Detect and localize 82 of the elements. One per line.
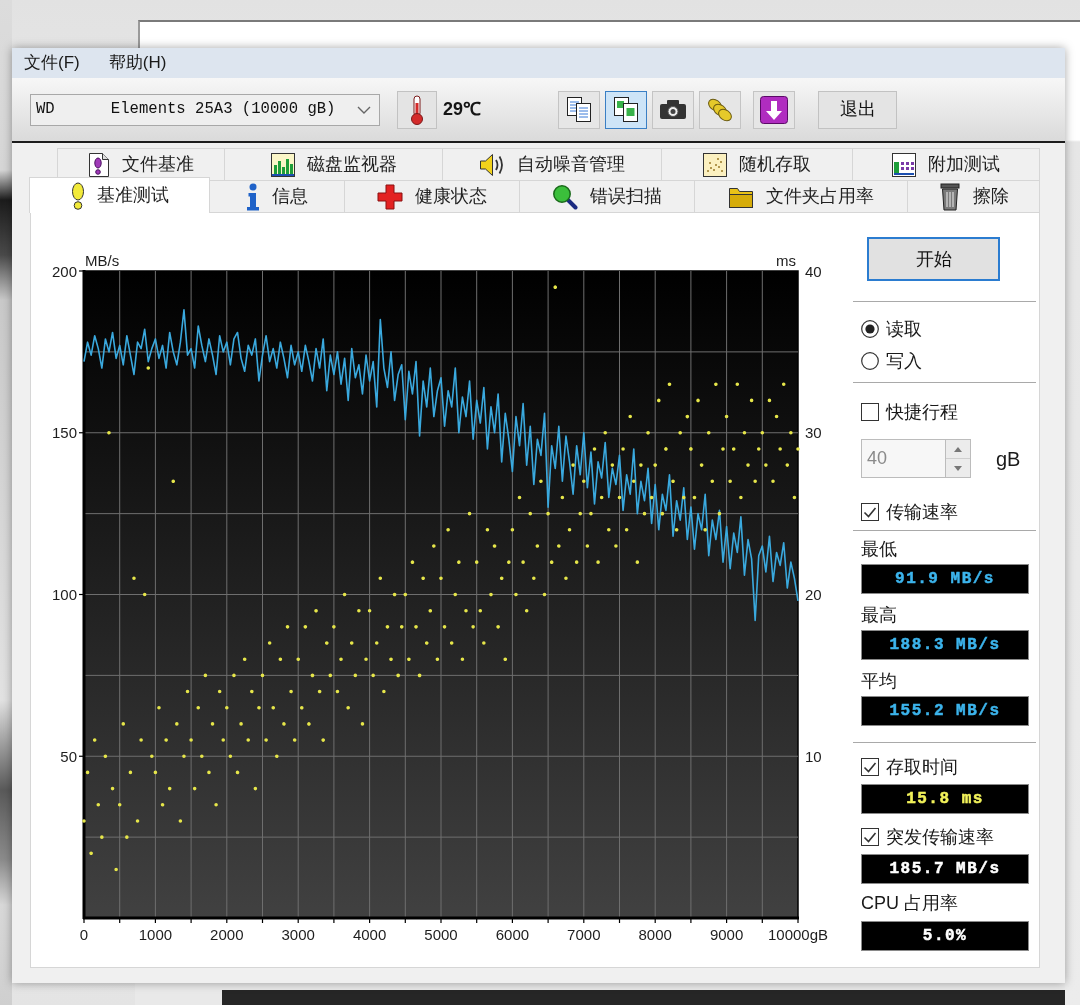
spin-up-button[interactable] — [946, 440, 970, 458]
tab[interactable]: 随机存取 — [661, 148, 853, 180]
tab[interactable]: 文件基准 — [57, 148, 225, 180]
checkbox-label: 传输速率 — [886, 500, 958, 524]
checkbox-label: 存取时间 — [886, 755, 958, 779]
checkbox[interactable] — [861, 758, 879, 776]
tick-label: 5000 — [424, 926, 458, 943]
tick-label: 3000 — [281, 926, 315, 943]
tab[interactable]: 错误扫描 — [519, 180, 695, 212]
toolbar-button[interactable] — [652, 90, 694, 129]
tick-label: 50 — [60, 747, 77, 765]
grid-chart-icon — [892, 152, 916, 177]
tab[interactable]: 擦除 — [907, 180, 1040, 212]
tick-label: 200 — [51, 262, 77, 280]
tick-label: 1000 — [138, 926, 173, 943]
menu-item[interactable]: 文件(F) — [24, 50, 80, 76]
tick-label: 40 — [805, 262, 822, 280]
readout-label: CPU 占用率 — [860, 892, 959, 914]
unit-label: gB — [996, 446, 1021, 472]
search-icon — [552, 183, 578, 210]
axis-title: ms — [776, 252, 796, 269]
info-icon — [246, 182, 260, 211]
tick-label: 20 — [805, 586, 822, 603]
tab[interactable]: 信息 — [209, 180, 345, 212]
thermometer-button[interactable] — [397, 90, 437, 129]
tick-label: 100 — [51, 586, 77, 603]
tick-label: 2000 — [210, 926, 244, 943]
radio-label: 读取 — [886, 317, 922, 341]
value-text: 5.0% — [922, 927, 968, 945]
tick-label: 4000 — [352, 926, 387, 943]
start-button[interactable]: 开始 — [867, 237, 1000, 281]
tick-label: 30 — [805, 424, 822, 442]
checkbox[interactable] — [861, 503, 879, 521]
chevron-down-icon — [357, 105, 371, 114]
spin-down-button[interactable] — [946, 458, 970, 477]
tab[interactable]: 附加测试 — [852, 148, 1040, 180]
value-text: 185.7 MB/s — [889, 860, 1001, 878]
camera-icon — [659, 99, 687, 120]
spinner[interactable] — [945, 439, 971, 478]
drive-dropdown[interactable]: WD Elements 25A3 (10000 gB) — [30, 93, 380, 126]
tick-label: 0 — [79, 926, 89, 943]
page-exclamation-icon — [88, 151, 110, 178]
toolbar-button[interactable] — [558, 90, 600, 129]
value-text: 15.8 ms — [906, 790, 984, 808]
radio-label: 写入 — [886, 349, 922, 373]
tab[interactable]: 健康状态 — [344, 180, 520, 212]
radio-button[interactable] — [861, 320, 879, 338]
radio-button[interactable] — [861, 352, 879, 370]
checkbox-label: 突发传输速率 — [886, 825, 994, 849]
tick-label: 9000 — [709, 926, 744, 943]
menu-item[interactable]: 帮助(H) — [108, 50, 167, 76]
exit-button[interactable]: 退出 — [818, 90, 897, 129]
up-triangle-icon — [954, 446, 962, 452]
picture-pages-icon — [613, 96, 639, 123]
thermometer-icon — [410, 94, 424, 125]
tab[interactable]: 磁盘监视器 — [224, 148, 443, 180]
cross-icon — [377, 183, 403, 210]
tick-label: 8000 — [638, 926, 672, 943]
down-triangle-icon — [954, 465, 962, 471]
readout-label: 平均 — [860, 670, 898, 692]
readout-label: 最高 — [860, 604, 898, 626]
tick-label: 150 — [51, 424, 77, 442]
exclamation-icon — [70, 181, 85, 210]
readout-label: 最低 — [860, 538, 898, 560]
axis-title: MB/s — [85, 252, 120, 269]
toolbar-button[interactable] — [753, 90, 795, 129]
value-text: 91.9 MB/s — [895, 570, 995, 588]
tick-label: 10 — [805, 747, 822, 765]
temperature-reading: 29℃ — [443, 98, 483, 121]
checkbox[interactable] — [861, 828, 879, 846]
dotted-tile-icon — [703, 152, 727, 177]
tick-label: 6000 — [495, 926, 530, 943]
toolbar-button[interactable] — [605, 90, 647, 129]
pages-icon — [566, 96, 592, 123]
value-text: 155.2 MB/s — [889, 702, 1001, 720]
speaker-icon — [479, 152, 505, 177]
value-text: 188.3 MB/s — [889, 636, 1001, 654]
tick-label: 10000gB — [767, 926, 829, 943]
tick-label: 7000 — [567, 926, 601, 943]
checkbox-label: 快捷行程 — [886, 400, 958, 424]
coins-icon — [706, 96, 734, 123]
bar-chart-icon — [270, 152, 295, 177]
